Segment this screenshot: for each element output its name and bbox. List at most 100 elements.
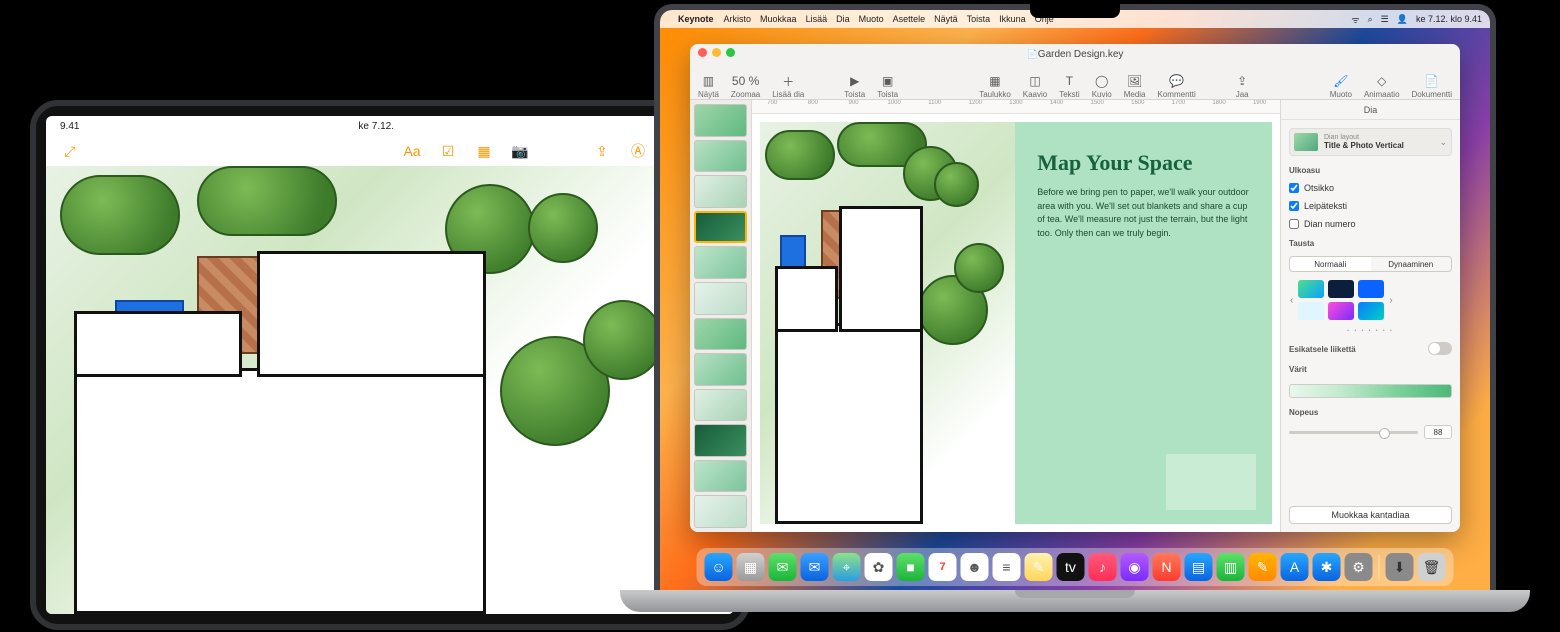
menu-näytä[interactable]: Näytä xyxy=(934,14,958,24)
dock-appstore[interactable]: A xyxy=(1281,553,1309,581)
user-icon[interactable]: 👤 xyxy=(1397,14,1408,25)
app-menu[interactable]: Keynote xyxy=(678,14,714,24)
document-inspector-button[interactable]: 📄Dokumentti xyxy=(1412,73,1452,99)
control-center-icon[interactable]: ☰ xyxy=(1381,14,1389,25)
camera-button[interactable]: 📷 xyxy=(510,141,530,161)
share-button[interactable]: ⇪Jaa xyxy=(1236,73,1249,99)
background-swatch[interactable] xyxy=(1328,280,1354,298)
slide-layout-picker[interactable]: Dian layout Title & Photo Vertical ⌄ xyxy=(1289,128,1452,156)
slide-thumb[interactable] xyxy=(694,140,747,173)
table-button[interactable]: ▦Taulukko xyxy=(979,73,1011,99)
close-button[interactable] xyxy=(698,48,707,57)
back-button[interactable]: ⤢ xyxy=(60,141,80,161)
slide-heading[interactable]: Map Your Space xyxy=(1037,150,1250,176)
zoom-button[interactable] xyxy=(726,48,735,57)
text-style-button[interactable]: Aa xyxy=(402,141,422,161)
slide-thumb[interactable] xyxy=(694,318,747,351)
swatch-next[interactable]: › xyxy=(1388,295,1393,306)
slide-navigator[interactable] xyxy=(690,100,752,532)
dock-news[interactable]: N xyxy=(1153,553,1181,581)
title-checkbox[interactable]: Otsikko xyxy=(1289,183,1452,193)
slide-thumb[interactable] xyxy=(694,460,747,493)
comment-button[interactable]: 💬Kommentti xyxy=(1158,73,1196,99)
dock-safari[interactable]: ✱ xyxy=(1313,553,1341,581)
slide-thumb[interactable] xyxy=(694,104,747,137)
add-slide-button[interactable]: ＋Lisää dia xyxy=(772,73,804,99)
window-titlebar[interactable]: 📄 Garden Design.key xyxy=(690,44,1460,64)
format-inspector-button[interactable]: 🖌Muoto xyxy=(1330,73,1352,99)
dock-downloads[interactable]: ⬇ xyxy=(1386,553,1414,581)
zoom-button[interactable]: 50 %Zoomaa xyxy=(731,73,760,99)
slide-body[interactable]: Before we bring pen to paper, we'll walk… xyxy=(1037,186,1250,240)
dock-finder[interactable]: ☺ xyxy=(705,553,733,581)
background-swatch[interactable] xyxy=(1298,302,1324,320)
slide-thumb[interactable] xyxy=(694,353,747,386)
dock-keynote[interactable]: ▤ xyxy=(1185,553,1213,581)
menu-ikkuna[interactable]: Ikkuna xyxy=(999,14,1026,24)
share-button[interactable]: ⇪ xyxy=(592,141,612,161)
background-mode-segment[interactable]: Normaali Dynaaminen xyxy=(1289,256,1452,272)
slide-text-area[interactable]: Map Your Space Before we bring pen to pa… xyxy=(1015,122,1272,524)
slide-thumb[interactable] xyxy=(694,389,747,422)
checklist-button[interactable]: ☑ xyxy=(438,141,458,161)
speed-slider[interactable] xyxy=(1289,431,1418,434)
dock-podcasts[interactable]: ◉ xyxy=(1121,553,1149,581)
dock-trash[interactable]: 🗑 xyxy=(1418,553,1446,581)
slide-thumb[interactable] xyxy=(694,246,747,279)
dock-tv[interactable]: tv xyxy=(1057,553,1085,581)
dock-notes[interactable]: ✎ xyxy=(1025,553,1053,581)
inspector-tab-slide[interactable]: Dia xyxy=(1281,100,1460,120)
slide-thumb[interactable] xyxy=(694,175,747,208)
dock-reminders[interactable]: ≡ xyxy=(993,553,1021,581)
spotlight-icon[interactable]: ⌕ xyxy=(1368,14,1373,25)
animate-inspector-button[interactable]: ◇Animaatio xyxy=(1364,73,1400,99)
menu-toista[interactable]: Toista xyxy=(967,14,991,24)
preview-motion-toggle[interactable] xyxy=(1428,342,1452,355)
dock-mail[interactable]: ✉ xyxy=(801,553,829,581)
slide-canvas[interactable]: Map Your Space Before we bring pen to pa… xyxy=(752,114,1280,532)
media-button[interactable]: 🖼Media xyxy=(1124,73,1146,99)
chart-button[interactable]: ◫Kaavio xyxy=(1023,73,1047,99)
view-button[interactable]: ▥Näytä xyxy=(698,73,719,99)
background-swatch[interactable] xyxy=(1358,302,1384,320)
menu-lisää[interactable]: Lisää xyxy=(806,14,828,24)
wifi-icon[interactable]: ᯤ xyxy=(1351,13,1359,26)
background-swatch[interactable] xyxy=(1358,280,1384,298)
colors-gradient[interactable] xyxy=(1289,384,1452,398)
menu-arkisto[interactable]: Arkisto xyxy=(724,14,752,24)
minimize-button[interactable] xyxy=(712,48,721,57)
dock-numbers[interactable]: ▥ xyxy=(1217,553,1245,581)
slide-thumb[interactable] xyxy=(694,211,747,244)
table-button[interactable]: ▦ xyxy=(474,141,494,161)
play-button[interactable]: ▶Toista xyxy=(844,73,865,99)
swatch-prev[interactable]: ‹ xyxy=(1289,295,1294,306)
dock-maps[interactable]: ⌖ xyxy=(833,553,861,581)
slide-thumb[interactable] xyxy=(694,282,747,315)
slide-number-checkbox[interactable]: Dian numero xyxy=(1289,219,1452,229)
dock-launchpad[interactable]: ▦ xyxy=(737,553,765,581)
dock-settings[interactable]: ⚙ xyxy=(1345,553,1373,581)
slide-image-area[interactable] xyxy=(760,122,1015,524)
dock-calendar[interactable]: 7 xyxy=(929,553,957,581)
dock-facetime[interactable]: ■ xyxy=(897,553,925,581)
segment-dynamic[interactable]: Dynaaminen xyxy=(1371,257,1452,271)
slide-thumb[interactable] xyxy=(694,424,747,457)
text-button[interactable]: TTeksti xyxy=(1059,73,1079,99)
segment-normal[interactable]: Normaali xyxy=(1290,257,1371,271)
background-swatch[interactable] xyxy=(1328,302,1354,320)
background-swatch[interactable] xyxy=(1298,280,1324,298)
dock-contacts[interactable]: ☻ xyxy=(961,553,989,581)
body-checkbox[interactable]: Leipäteksti xyxy=(1289,201,1452,211)
menu-asettele[interactable]: Asettele xyxy=(893,14,926,24)
menu-muokkaa[interactable]: Muokkaa xyxy=(760,14,797,24)
shape-button[interactable]: ◯Kuvio xyxy=(1092,73,1112,99)
rehearse-button[interactable]: ▣Toista xyxy=(877,73,898,99)
menu-dia[interactable]: Dia xyxy=(836,14,850,24)
menu-muoto[interactable]: Muoto xyxy=(859,14,884,24)
speed-value[interactable]: 88 xyxy=(1424,425,1452,439)
dock-music[interactable]: ♪ xyxy=(1089,553,1117,581)
dock-photos[interactable]: ✿ xyxy=(865,553,893,581)
edit-master-button[interactable]: Muokkaa kantadiaa xyxy=(1289,506,1452,524)
slide-thumb[interactable] xyxy=(694,495,747,528)
dock-messages[interactable]: ✉ xyxy=(769,553,797,581)
